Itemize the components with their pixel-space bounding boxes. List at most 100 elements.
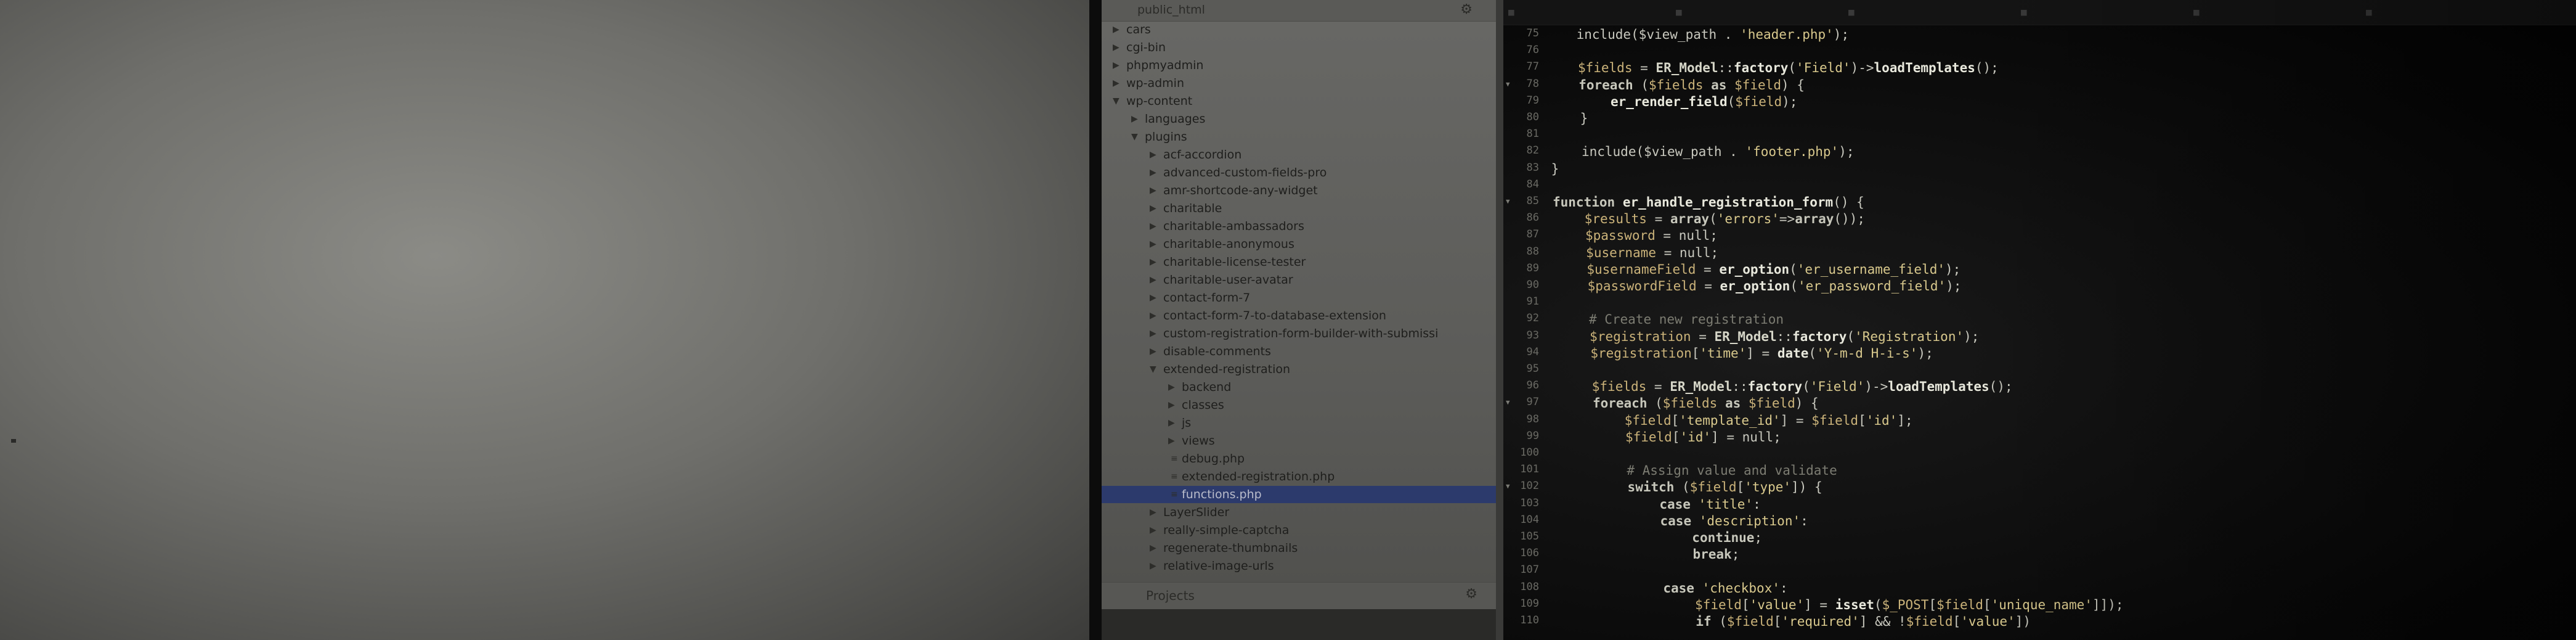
code-line[interactable]: $results = array('errors'=>array()); xyxy=(1553,211,1865,226)
tree-item[interactable]: ▶ phpmyadmin xyxy=(1102,57,1502,74)
code-line[interactable]: $username = null; xyxy=(1555,245,1718,260)
line-number: 97 xyxy=(1526,396,1539,409)
panel-splitter[interactable] xyxy=(1496,0,1503,640)
fold-icon[interactable]: ▼ xyxy=(1506,197,1510,205)
tree-item[interactable]: ▶ js xyxy=(1102,414,1502,432)
chevron-right-icon[interactable]: ▶ xyxy=(1150,557,1156,575)
chevron-right-icon[interactable]: ▶ xyxy=(1150,146,1156,163)
tree-item[interactable]: ▶ charitable-license-tester xyxy=(1102,253,1502,271)
tree-item[interactable]: ▶ relative-image-urls xyxy=(1102,557,1502,575)
gear-icon[interactable]: ⚙ xyxy=(1465,586,1477,602)
chevron-right-icon[interactable]: ▶ xyxy=(1150,289,1156,306)
tree-item[interactable]: ▶ charitable xyxy=(1102,200,1502,217)
code-line[interactable]: foreach ($fields as $field) { xyxy=(1561,396,1819,411)
code-line[interactable]: case 'title': xyxy=(1566,497,1760,512)
code-line[interactable]: $field['value'] = isset($_POST[$field['u… xyxy=(1570,597,2123,612)
gear-icon[interactable]: ⚙ xyxy=(1460,2,1473,17)
code-line[interactable]: case 'description': xyxy=(1567,514,1808,528)
tree-item[interactable]: ▶ custom-registration-form-builder-with-s… xyxy=(1102,325,1502,342)
chevron-right-icon[interactable]: ▶ xyxy=(1168,396,1175,414)
chevron-right-icon[interactable]: ▶ xyxy=(1150,325,1156,342)
tree-item[interactable]: ▶ really-simple-captcha xyxy=(1102,522,1502,539)
tree-item[interactable]: ≡ debug.php xyxy=(1102,450,1502,467)
chevron-down-icon[interactable]: ▼ xyxy=(1150,361,1156,378)
code-line[interactable]: $password = null; xyxy=(1554,228,1718,243)
projects-label[interactable]: Projects xyxy=(1146,588,1195,603)
code-line[interactable]: $usernameField = er_option('er_username_… xyxy=(1556,262,1960,277)
fold-icon[interactable]: ▼ xyxy=(1506,398,1510,406)
tree-item[interactable]: ▶ regenerate-thumbnails xyxy=(1102,539,1502,557)
tree-item[interactable]: ▶ contact-form-7-to-database-extension xyxy=(1102,307,1502,324)
fold-icon[interactable]: ▼ xyxy=(1506,482,1510,490)
code-line[interactable]: er_render_field($field); xyxy=(1548,94,1797,109)
chevron-right-icon[interactable]: ▶ xyxy=(1113,57,1119,74)
tree-item[interactable]: ▶ LayerSlider xyxy=(1102,504,1502,521)
tree-item[interactable]: ▶ contact-form-7 xyxy=(1102,289,1502,306)
code-line[interactable]: $registration = ER_Model::factory('Regis… xyxy=(1559,329,1979,344)
code-line[interactable]: $fields = ER_Model::factory('Field')->lo… xyxy=(1546,60,1999,75)
code-line[interactable]: $field['template_id'] = $field['id']; xyxy=(1562,413,1913,428)
code-line[interactable]: include($view_path . 'header.php'); xyxy=(1545,27,1850,42)
chevron-right-icon[interactable]: ▶ xyxy=(1150,307,1156,324)
chevron-right-icon[interactable]: ▶ xyxy=(1113,39,1119,56)
tree-item[interactable]: ▶ charitable-user-avatar xyxy=(1102,271,1502,289)
tree-item[interactable]: ≡ extended-registration.php xyxy=(1102,468,1502,485)
chevron-right-icon[interactable]: ▶ xyxy=(1113,21,1119,38)
code-line[interactable]: if ($field['required'] && !$field['value… xyxy=(1571,614,2031,629)
code-line[interactable]: } xyxy=(1549,111,1588,126)
tree-item[interactable]: ▶ advanced-custom-fields-pro xyxy=(1102,164,1502,181)
tree-item[interactable]: ▶ charitable-anonymous xyxy=(1102,236,1502,253)
code-line[interactable]: case 'checkbox': xyxy=(1570,581,1787,596)
code-line[interactable]: switch ($field['type']) { xyxy=(1565,480,1822,494)
tree-item[interactable]: ▶ acf-accordion xyxy=(1102,146,1502,163)
chevron-right-icon[interactable]: ▶ xyxy=(1131,110,1138,128)
tree-item[interactable]: ▶ wp-admin xyxy=(1102,75,1502,92)
tree-item[interactable]: ▶ cars xyxy=(1102,21,1502,38)
chevron-down-icon[interactable]: ▼ xyxy=(1131,128,1138,146)
chevron-right-icon[interactable]: ▶ xyxy=(1150,343,1156,360)
tree-item[interactable]: ▶ cgi-bin xyxy=(1102,39,1502,56)
chevron-right-icon[interactable]: ▶ xyxy=(1150,539,1156,557)
tree-item[interactable]: ▶ charitable-ambassadors xyxy=(1102,218,1502,235)
code-line[interactable]: # Assign value and validate xyxy=(1564,463,1837,478)
tree-item[interactable]: ▼ plugins xyxy=(1102,128,1502,146)
chevron-right-icon[interactable]: ▶ xyxy=(1150,182,1156,199)
tree-item[interactable]: ▶ disable-comments xyxy=(1102,343,1502,360)
tree-item[interactable]: ▶ amr-shortcode-any-widget xyxy=(1102,182,1502,199)
code-line[interactable]: } xyxy=(1551,162,1559,176)
tree-item[interactable]: ▼ extended-registration xyxy=(1102,361,1502,378)
chevron-right-icon[interactable]: ▶ xyxy=(1168,414,1175,432)
chevron-right-icon[interactable]: ▶ xyxy=(1150,271,1156,289)
chevron-right-icon[interactable]: ▶ xyxy=(1150,200,1156,217)
chevron-right-icon[interactable]: ▶ xyxy=(1113,75,1119,92)
code-line[interactable]: $field['id'] = null; xyxy=(1563,430,1781,445)
tree-item[interactable]: ≡ functions.php xyxy=(1102,486,1502,503)
chevron-right-icon[interactable]: ▶ xyxy=(1150,504,1156,521)
code-line[interactable]: # Create new registration xyxy=(1558,312,1784,327)
chevron-down-icon[interactable]: ▼ xyxy=(1113,92,1119,110)
line-number: 102 xyxy=(1520,480,1539,493)
code-line[interactable]: include($view_path . 'footer.php'); xyxy=(1550,144,1855,159)
chevron-right-icon[interactable]: ▶ xyxy=(1168,432,1175,449)
tree-item[interactable]: ▶ backend xyxy=(1102,379,1502,396)
chevron-right-icon[interactable]: ▶ xyxy=(1150,164,1156,181)
tree-root-label[interactable]: public_html xyxy=(1137,3,1205,17)
chevron-right-icon[interactable]: ▶ xyxy=(1150,218,1156,235)
code-line[interactable]: function er_handle_registration_form() { xyxy=(1553,195,1864,210)
code-line[interactable]: $registration['time'] = date('Y-m-d H-i-… xyxy=(1559,346,1933,361)
chevron-right-icon[interactable]: ▶ xyxy=(1168,379,1175,396)
chevron-right-icon[interactable]: ▶ xyxy=(1150,253,1156,271)
code-line[interactable]: continue; xyxy=(1567,530,1762,545)
code-line[interactable]: $passwordField = er_option('er_password_… xyxy=(1556,279,1962,293)
chevron-right-icon[interactable]: ▶ xyxy=(1150,236,1156,253)
tree-item[interactable]: ▶ languages xyxy=(1102,110,1502,128)
code-line[interactable]: $fields = ER_Model::factory('Field')->lo… xyxy=(1561,379,2013,394)
tree-item[interactable]: ▶ classes xyxy=(1102,396,1502,414)
code-line[interactable]: foreach ($fields as $field) { xyxy=(1548,78,1805,92)
code-editor[interactable]: ■ ■ ■ ■ ■ ■ 75 76 77 78 ▼ 79 80 81 82 83 84 85 ▼ 86 87… xyxy=(1503,0,2576,640)
tree-item[interactable]: ▼ wp-content xyxy=(1102,92,1502,110)
tree-item[interactable]: ▶ views xyxy=(1102,432,1502,449)
code-line[interactable]: break; xyxy=(1568,547,1739,562)
fold-icon[interactable]: ▼ xyxy=(1506,80,1510,88)
chevron-right-icon[interactable]: ▶ xyxy=(1150,522,1156,539)
